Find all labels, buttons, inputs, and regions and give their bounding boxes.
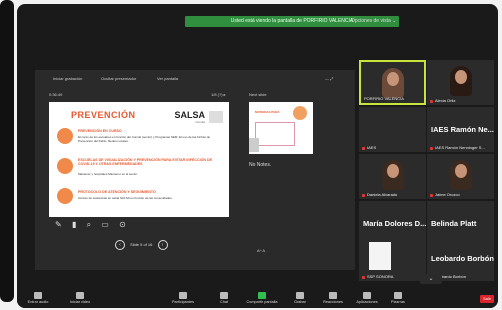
mic-muted-icon <box>430 100 433 103</box>
face-shape <box>454 164 467 178</box>
mic-muted-icon <box>362 276 365 279</box>
presenter-header: 0:36:49 1/8 (?) ▸ <box>35 90 355 100</box>
brand-subtitle: Comité <box>195 120 205 124</box>
participant-tile-jaime[interactable]: Jaime Orozco <box>427 154 494 199</box>
mic-muted-icon <box>362 194 365 197</box>
reactions-button[interactable]: Reacciones <box>317 292 349 304</box>
mic-muted-icon <box>430 194 433 197</box>
warning-icon <box>57 158 73 174</box>
record-button[interactable]: Grabar <box>287 292 313 304</box>
apps-button[interactable]: Aplicaciones <box>351 292 383 304</box>
video-camera-icon <box>76 292 84 299</box>
zoom-meeting-window: Usted está viendo la pantalla de PORFIRI… <box>17 4 498 308</box>
microphone-icon <box>34 292 42 299</box>
form-graphic <box>255 122 295 146</box>
mic-muted-icon <box>362 147 365 150</box>
window-controls[interactable]: — ⤢ <box>325 76 333 81</box>
section-heading: ESCUELAS DE VISUALIZACIÓN Y PREVENCIÓN P… <box>78 158 212 166</box>
participants-button[interactable]: Participantes <box>165 292 201 304</box>
participant-name: Jaime Orozco <box>435 192 460 197</box>
start-recording-button[interactable]: Iniciar grabación <box>53 76 82 81</box>
start-video-button[interactable]: Iniciar video <box>67 292 93 304</box>
participant-tile-ssp[interactable]: SSP SONORA <box>359 236 426 281</box>
organization-logo <box>369 242 391 270</box>
pen-toolbar: ✎ ▮ ⌕ ▭ ⊙ <box>55 220 134 230</box>
section-text: El curso de los escolares en función del… <box>78 135 211 143</box>
participant-display-name: IAES Ramón Ne... <box>431 125 494 134</box>
share-toolbar: Iniciar grabación Ocultar presentador Ve… <box>35 70 355 86</box>
prev-slide-button[interactable]: ‹ <box>115 240 125 250</box>
hide-presenter-button[interactable]: Ocultar presentador <box>101 76 136 81</box>
next-slide-title: MATERIAS PARA <box>255 110 280 114</box>
participant-name: PORFIRIO VALENCIA <box>364 96 404 101</box>
section-heading: PROTOCOLO DE ATENCIÓN Y SEGUIMIENTO <box>78 190 156 194</box>
brand-logo: SALSA <box>174 110 205 120</box>
leave-button[interactable]: Salir <box>480 295 494 303</box>
chevron-down-icon[interactable]: ⌄ <box>420 274 442 284</box>
next-slide-label: Next slide <box>249 92 267 97</box>
participant-tile-alexia[interactable]: Alexia Ortiz <box>427 60 494 105</box>
participant-tile-iaes-ramon[interactable]: IAES Ramón Ne... IAES Ramón Nenninger S.… <box>427 107 494 152</box>
participant-tile-porfirio[interactable]: PORFIRIO VALENCIA <box>359 60 426 105</box>
slide-navigator: ‹ Slide 5 of 16 › <box>115 240 168 250</box>
meeting-controls: Entrar audio Iniciar video Participantes… <box>17 288 498 308</box>
seal-image <box>209 111 223 123</box>
pen-icon[interactable]: ✎ <box>55 220 62 229</box>
participant-name: IAES Ramón Nenninger S... <box>435 145 485 150</box>
more-icon[interactable]: ⊙ <box>119 220 126 229</box>
slide-counter-top: 1/8 (?) ▸ <box>211 92 226 97</box>
face-shape <box>386 72 399 86</box>
font-size-controls[interactable]: A^ A <box>257 248 265 253</box>
circle-graphic <box>293 106 307 120</box>
whiteboard-icon <box>394 292 402 299</box>
participant-name: Alexia Ortiz <box>435 98 456 103</box>
chat-icon <box>220 292 228 299</box>
people-icon <box>179 292 187 299</box>
device-bezel <box>0 0 14 302</box>
zoom-icon[interactable]: ⌕ <box>87 220 91 229</box>
join-audio-button[interactable]: Entrar audio <box>25 292 51 304</box>
people-icon <box>57 128 73 144</box>
mic-muted-icon <box>430 147 433 150</box>
section-text: Acceso de sustancias en salud SALSA en f… <box>78 196 173 200</box>
shared-screen: Iniciar grabación Ocultar presentador Ve… <box>35 70 355 270</box>
share-screen-icon <box>258 292 266 299</box>
screen-icon[interactable]: ▭ <box>101 220 109 229</box>
face-shape <box>386 164 399 178</box>
participant-tile-iaes[interactable]: IAES <box>359 107 426 152</box>
participant-display-name: Belinda Platt <box>431 219 477 228</box>
highlighter-icon[interactable]: ▮ <box>72 220 76 229</box>
participant-name: SSP SONORA <box>367 274 394 279</box>
participant-name: Daniela Alvarado <box>367 192 398 197</box>
share-screen-button[interactable]: Compartir pantalla <box>243 292 281 304</box>
next-slide-button[interactable]: › <box>157 240 168 250</box>
whiteboards-button[interactable]: Pizarras <box>385 292 411 304</box>
slide-status: Slide 5 of 16 <box>130 242 153 248</box>
current-slide: PREVENCIÓN SALSA Comité PREVENCIÓN EN CU… <box>49 102 229 217</box>
section-text: Mantener y hospitales Mantener en el sec… <box>78 172 138 176</box>
elapsed-time: 0:36:49 <box>49 92 63 97</box>
participant-name: IAES <box>367 145 377 150</box>
record-icon <box>296 292 304 299</box>
view-screen-button[interactable]: Ver pantalla <box>157 76 178 81</box>
chat-button[interactable]: Chat <box>211 292 237 304</box>
face-shape <box>454 70 467 84</box>
participant-display-name: Leobardo Borbón <box>431 254 494 263</box>
view-options-dropdown[interactable]: Opciones de vista ⌄ <box>351 18 396 24</box>
notes-text: No Notes. <box>249 162 272 168</box>
participant-tile-daniela[interactable]: Daniela Alvarado <box>359 154 426 199</box>
slide-title: PREVENCIÓN <box>71 110 136 120</box>
slide-thumbnail[interactable] <box>249 138 259 152</box>
section-heading: PREVENCIÓN EN CURSO <box>78 129 122 133</box>
participant-display-name: María Dolores D... <box>363 219 426 228</box>
phone-icon <box>57 188 73 204</box>
smiley-icon <box>329 292 337 299</box>
apps-icon <box>363 292 371 299</box>
